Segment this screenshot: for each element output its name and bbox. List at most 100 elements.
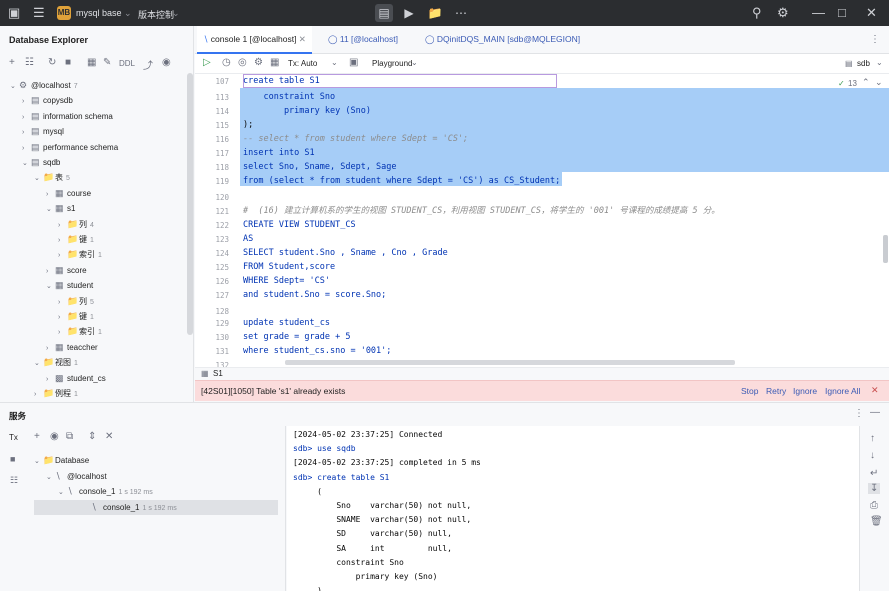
chevron-right-icon[interactable]: › [22, 125, 31, 140]
add-icon[interactable]: + [9, 57, 15, 68]
new-window-icon[interactable]: ⧉ [66, 431, 73, 442]
explain-icon[interactable]: ◎ [238, 57, 247, 68]
services-more-icon[interactable]: ⋮ [854, 408, 864, 419]
inspection-check-icon[interactable]: ✓ [838, 79, 845, 88]
explorer-tree-item[interactable]: › 📁例程 1 [34, 386, 78, 401]
services-tree-item[interactable]: ⌄ ∖ console_1 1 s 192 ms [58, 484, 153, 499]
explorer-tree-item[interactable]: ⌄ 📁表 5 [34, 170, 70, 185]
ignore-all-link[interactable]: Ignore All [825, 386, 860, 396]
database-icon[interactable]: ▤ [375, 4, 393, 22]
expand-icon[interactable]: ⇕ [88, 431, 96, 442]
explorer-tree-item[interactable]: › ▤ performance schema [22, 140, 121, 155]
schema-dropdown[interactable]: sdb [857, 59, 870, 68]
services-tree-item[interactable]: ⌄ 📁Database [34, 453, 92, 468]
run-services-icon[interactable]: ▶ [400, 4, 418, 22]
vcs-dropdown[interactable]: 版本控制 [138, 8, 174, 21]
chevron-right-icon[interactable]: › [46, 341, 55, 356]
project-chevron-icon[interactable]: ⌄ [124, 8, 132, 19]
inspection-count[interactable]: 13 [848, 79, 857, 88]
explorer-tree-item[interactable]: ⌄ ⚙ @localhost 7 [10, 78, 78, 93]
scroll-down-icon[interactable]: ↓ [870, 450, 875, 461]
chevron-right-icon[interactable]: › [34, 387, 43, 402]
prev-highlight-icon[interactable]: ⌃ [862, 77, 870, 88]
chevron-right-icon[interactable]: › [22, 110, 31, 125]
tx-mode-dropdown[interactable]: Tx: Auto [288, 59, 317, 68]
main-menu-icon[interactable]: ☰ [33, 5, 45, 21]
services-minimize-icon[interactable]: — [870, 407, 880, 418]
editor-scrollbar[interactable] [883, 235, 888, 263]
close-error-icon[interactable]: ✕ [871, 385, 879, 396]
chevron-down-icon[interactable]: ⌄ [58, 485, 67, 500]
chevron-down-icon[interactable]: ⌄ [46, 279, 55, 294]
eye-icon[interactable]: ◉ [50, 431, 59, 442]
explorer-tree-item[interactable]: › ▦ course [46, 186, 94, 201]
scroll-to-end-icon[interactable]: ↧ [868, 483, 881, 494]
view-options-icon[interactable]: ◉ [162, 57, 171, 68]
vcs-chevron-icon[interactable]: ⌄ [172, 8, 180, 19]
chevron-right-icon[interactable]: › [58, 218, 67, 233]
schema-chevron-icon[interactable]: ⌄ [876, 58, 883, 67]
next-highlight-icon[interactable]: ⌄ [875, 77, 883, 88]
chevron-right-icon[interactable]: › [46, 187, 55, 202]
explorer-tree-item[interactable]: ⌄ ▦ s1 [46, 201, 78, 216]
explorer-tree-item[interactable]: ⌄ ▦ student [46, 278, 96, 293]
history-icon[interactable]: ◷ [222, 57, 231, 68]
chevron-right-icon[interactable]: › [46, 372, 55, 387]
chevron-right-icon[interactable]: › [58, 310, 67, 325]
chevron-right-icon[interactable]: › [46, 264, 55, 279]
explorer-tree-item[interactable]: › 📁列 5 [58, 294, 94, 309]
maximize-icon[interactable]: □ [838, 5, 846, 20]
close-window-icon[interactable]: ✕ [866, 5, 877, 21]
settings-icon[interactable]: ⚙ [254, 57, 263, 68]
properties-icon[interactable]: ☷ [25, 57, 34, 68]
explorer-tree-item[interactable]: › 📁索引 1 [58, 247, 102, 262]
scroll-up-icon[interactable]: ↑ [870, 433, 875, 444]
tabs-more-icon[interactable]: ⋮ [870, 34, 880, 45]
chevron-right-icon[interactable]: › [22, 94, 31, 109]
explorer-scrollbar[interactable] [187, 73, 193, 335]
chevron-right-icon[interactable]: › [22, 141, 31, 156]
project-name-dropdown[interactable]: mysql base [76, 8, 122, 18]
chevron-down-icon[interactable]: ⌄ [46, 470, 55, 485]
chevron-down-icon[interactable]: ⌄ [34, 171, 43, 186]
tab-console-1[interactable]: ∖ console 1 [@localhost] ✕ [197, 26, 312, 54]
chevron-right-icon[interactable]: › [58, 295, 67, 310]
explorer-tree-item[interactable]: › 📁键 1 [58, 309, 94, 324]
ignore-link[interactable]: Ignore [793, 386, 817, 396]
retry-link[interactable]: Retry [766, 386, 786, 396]
explorer-tree-item[interactable]: ⌄ 📁视图 1 [34, 355, 78, 370]
editor-h-scrollbar[interactable] [285, 360, 735, 365]
services-tree-item[interactable]: ⌄ ∖ @localhost [46, 469, 110, 484]
tx-chevron-icon[interactable]: ⌄ [331, 58, 338, 67]
search-icon[interactable]: ⚲ [752, 5, 762, 21]
explorer-tree-item[interactable]: ⌄ ▤ sqdb [22, 155, 63, 170]
chevron-down-icon[interactable]: ⌄ [34, 454, 43, 469]
add-icon[interactable]: + [34, 431, 40, 442]
execute-icon[interactable]: ▷ [203, 57, 211, 68]
pin-icon[interactable]: ⤴ [143, 57, 153, 72]
stop-icon[interactable]: ■ [10, 454, 15, 464]
minimize-icon[interactable]: — [812, 5, 825, 20]
grid-icon[interactable]: ▦ [270, 57, 279, 68]
tab-11[interactable]: ◯ 11 [@localhost] [322, 26, 404, 54]
layout-icon[interactable]: ☷ [10, 475, 18, 486]
chevron-right-icon[interactable]: › [58, 233, 67, 248]
chevron-down-icon[interactable]: ⌄ [22, 156, 31, 171]
edit-icon[interactable]: ✎ [103, 57, 111, 68]
stop-link[interactable]: Stop [741, 386, 759, 396]
explorer-tree-item[interactable]: › 📁键 1 [58, 232, 94, 247]
soft-wrap-icon[interactable]: ↵ [870, 468, 878, 479]
explorer-tree-item[interactable]: › ▤ information schema [22, 109, 116, 124]
explorer-tree-item[interactable]: › ▦ score [46, 263, 90, 278]
chevron-down-icon[interactable]: ⌄ [10, 79, 19, 94]
stop-execution-icon[interactable]: ▣ [349, 57, 358, 68]
console-output[interactable]: [2024-05-02 23:37:25] Connected sdb> use … [287, 426, 859, 591]
settings-gear-icon[interactable]: ⚙ [777, 5, 789, 21]
tab-dqinit[interactable]: ◯ DQinitDQS_MAIN [sdb@MQLEGION] [419, 26, 586, 54]
explorer-tree-item[interactable]: › ▤ copysdb [22, 93, 76, 108]
explorer-tree-item[interactable]: › 📁列 4 [58, 217, 94, 232]
tab-close-icon[interactable]: ✕ [296, 34, 306, 44]
stop-icon[interactable]: ■ [65, 57, 71, 68]
playground-dropdown[interactable]: Playground [372, 59, 412, 68]
chevron-down-icon[interactable]: ⌄ [46, 202, 55, 217]
